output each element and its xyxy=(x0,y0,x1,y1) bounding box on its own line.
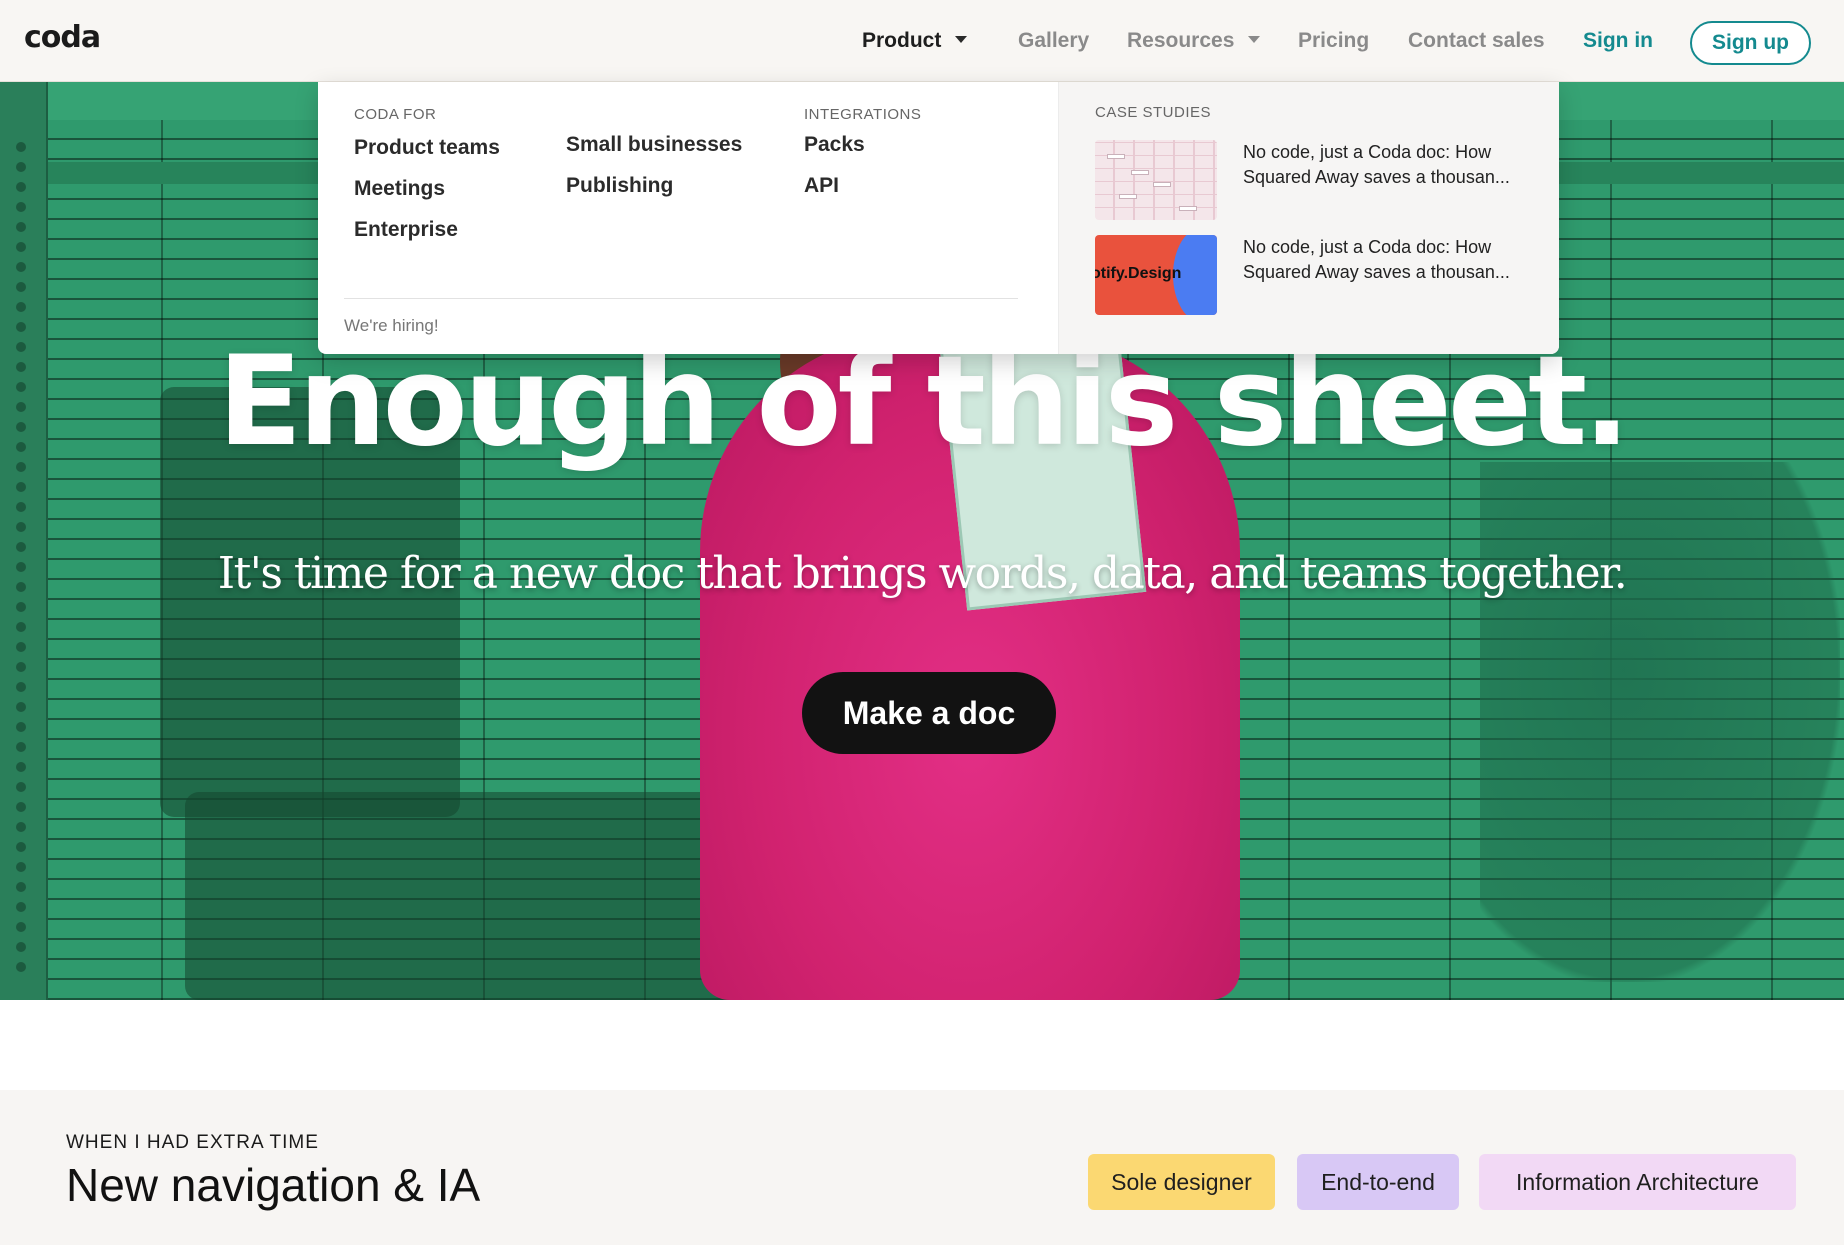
row-handle-graphic xyxy=(16,842,26,852)
menu-item-api[interactable]: API xyxy=(804,174,839,198)
row-handle-graphic xyxy=(16,222,26,232)
integrations-heading: INTEGRATIONS xyxy=(804,106,922,123)
nav-resources-label: Resources xyxy=(1127,29,1235,52)
sign-up-button[interactable]: Sign up xyxy=(1690,21,1811,65)
nav-pricing[interactable]: Pricing xyxy=(1298,29,1369,53)
row-handle-graphic xyxy=(16,922,26,932)
row-handle-graphic xyxy=(16,762,26,772)
menu-item-small-businesses[interactable]: Small businesses xyxy=(566,133,742,157)
coda-for-heading: CODA FOR xyxy=(354,106,437,123)
menu-item-meetings[interactable]: Meetings xyxy=(354,177,445,201)
nav-resources[interactable]: Resources xyxy=(1127,29,1261,53)
row-handle-graphic xyxy=(16,622,26,632)
row-handle-graphic xyxy=(16,642,26,652)
section-kicker: WHEN I HAD EXTRA TIME xyxy=(66,1132,319,1153)
row-handle-graphic xyxy=(16,742,26,752)
nav-product[interactable]: Product xyxy=(862,29,968,53)
tag-information-architecture: Information Architecture xyxy=(1479,1154,1796,1210)
sign-in-link[interactable]: Sign in xyxy=(1583,29,1653,53)
nav-product-label: Product xyxy=(862,29,942,52)
row-handle-graphic xyxy=(16,602,26,612)
case-studies-panel: CASE STUDIES No code, just a Coda doc: H… xyxy=(1058,82,1559,354)
row-handle-graphic xyxy=(16,862,26,872)
row-handle-graphic xyxy=(16,782,26,792)
row-handle-graphic xyxy=(16,182,26,192)
row-handle-graphic xyxy=(16,702,26,712)
row-handle-graphic xyxy=(16,162,26,172)
row-handle-graphic xyxy=(16,682,26,692)
case-study-link[interactable]: No code, just a Coda doc: How Squared Aw… xyxy=(1243,235,1543,285)
spreadsheet-row-gutter-graphic xyxy=(0,82,48,1000)
tag-end-to-end: End-to-end xyxy=(1297,1154,1459,1210)
section-title: New navigation & IA xyxy=(66,1159,481,1211)
row-handle-graphic xyxy=(16,722,26,732)
hiring-link[interactable]: We're hiring! xyxy=(344,316,439,336)
row-handle-graphic xyxy=(16,802,26,812)
row-handle-graphic xyxy=(16,202,26,212)
row-handle-graphic xyxy=(16,242,26,252)
menu-item-publishing[interactable]: Publishing xyxy=(566,174,673,198)
row-handle-graphic xyxy=(16,942,26,952)
row-handle-graphic xyxy=(16,962,26,972)
menu-item-packs[interactable]: Packs xyxy=(804,133,865,157)
case-studies-heading: CASE STUDIES xyxy=(1095,104,1212,121)
chevron-down-icon xyxy=(1248,35,1261,43)
case-study-thumbnail[interactable]: otify.Design xyxy=(1095,235,1217,315)
tag-sole-designer: Sole designer xyxy=(1088,1154,1275,1210)
row-handle-graphic xyxy=(16,882,26,892)
row-handle-graphic xyxy=(16,262,26,272)
row-handle-graphic xyxy=(16,662,26,672)
case-study-thumbnail[interactable] xyxy=(1095,140,1217,220)
row-handle-graphic xyxy=(16,302,26,312)
nav-gallery[interactable]: Gallery xyxy=(1018,29,1089,53)
row-handle-graphic xyxy=(16,902,26,912)
row-handle-graphic xyxy=(16,822,26,832)
case-study-link[interactable]: No code, just a Coda doc: How Squared Aw… xyxy=(1243,140,1543,190)
menu-item-enterprise[interactable]: Enterprise xyxy=(354,218,458,242)
row-handle-graphic xyxy=(16,142,26,152)
top-navigation: coda Product Gallery Resources Pricing C… xyxy=(0,0,1844,82)
chevron-down-icon xyxy=(955,35,968,43)
menu-divider xyxy=(344,298,1018,299)
row-handle-graphic xyxy=(16,482,26,492)
thumbnail-logo-text: otify.Design xyxy=(1095,265,1182,282)
nav-contact-sales[interactable]: Contact sales xyxy=(1408,29,1545,53)
coda-logo[interactable]: coda xyxy=(24,20,101,55)
plant-shadow-graphic xyxy=(1480,462,1840,982)
product-dropdown-menu: CODA FOR Product teams Meetings Enterpri… xyxy=(318,82,1559,354)
menu-item-product-teams[interactable]: Product teams xyxy=(354,136,500,160)
row-handle-graphic xyxy=(16,502,26,512)
row-handle-graphic xyxy=(16,282,26,292)
row-handle-graphic xyxy=(16,522,26,532)
hero-subtitle: It's time for a new doc that brings word… xyxy=(217,548,1628,599)
make-a-doc-button[interactable]: Make a doc xyxy=(802,672,1056,754)
